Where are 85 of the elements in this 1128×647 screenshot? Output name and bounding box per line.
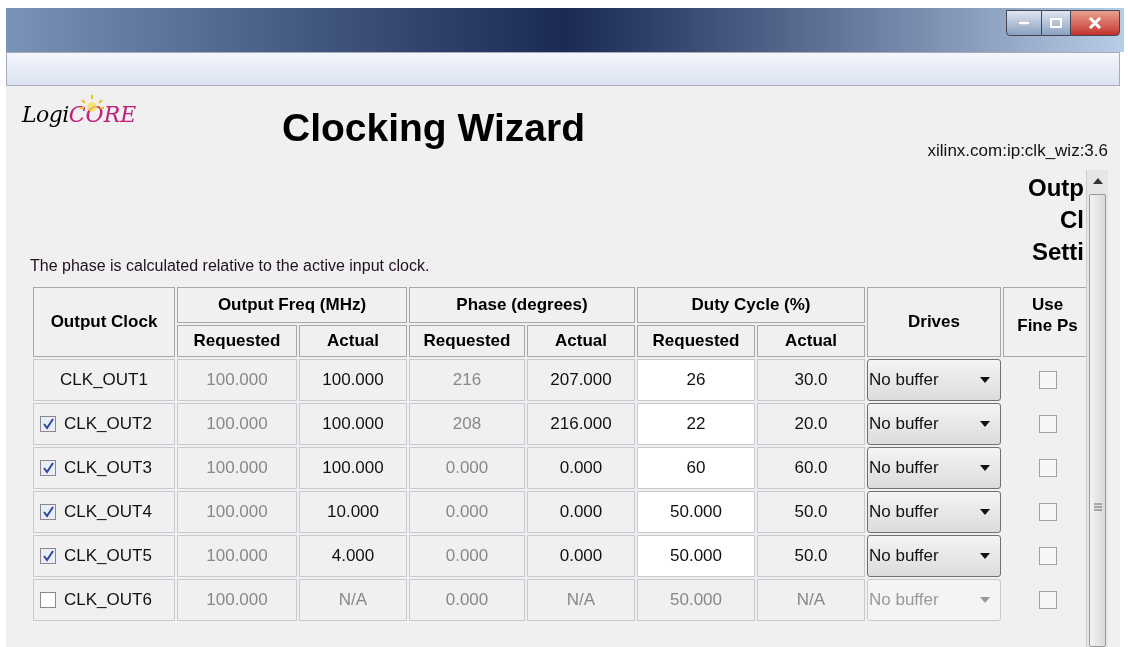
- clock-label: CLK_OUT6: [64, 589, 152, 612]
- checkbox[interactable]: [40, 592, 56, 608]
- table-cell: 0.000: [409, 447, 525, 489]
- dropdown[interactable]: No buffer: [867, 403, 1001, 445]
- column-header: Actual: [527, 325, 635, 357]
- table-cell: 100.000: [177, 359, 297, 401]
- table-cell: 100.000: [299, 359, 407, 401]
- clock-label: CLK_OUT5: [64, 545, 152, 568]
- grip-icon: [1094, 503, 1102, 511]
- table-cell: N/A: [527, 579, 635, 621]
- table-cell: 4.000: [299, 535, 407, 577]
- scroll-thumb[interactable]: [1089, 194, 1106, 647]
- table-cell: 20.0: [757, 403, 865, 445]
- table-cell: 100.000: [177, 491, 297, 533]
- caret-icon: [980, 377, 990, 383]
- table-cell: 10.000: [299, 491, 407, 533]
- scroll-up-icon[interactable]: [1093, 178, 1103, 184]
- ip-version: xilinx.com:ip:clk_wiz:3.6: [927, 140, 1108, 162]
- input-field[interactable]: 26: [637, 359, 755, 401]
- table-cell: 216.000: [527, 403, 635, 445]
- dropdown[interactable]: No buffer: [867, 447, 1001, 489]
- table-cell: 216: [409, 359, 525, 401]
- table-cell: 0.000: [409, 535, 525, 577]
- input-field[interactable]: 50.000: [637, 491, 755, 533]
- table-cell: 0.000: [409, 579, 525, 621]
- table-cell: 208: [409, 403, 525, 445]
- maximize-button[interactable]: [1042, 10, 1070, 36]
- minimize-icon: [1018, 21, 1030, 25]
- table-cell: 100.000: [177, 579, 297, 621]
- table-cell: 60.0: [757, 447, 865, 489]
- clock-label: CLK_OUT2: [64, 413, 152, 436]
- table-cell: N/A: [757, 579, 865, 621]
- caret-icon: [980, 597, 990, 603]
- caret-icon: [980, 553, 990, 559]
- table-cell: 207.000: [527, 359, 635, 401]
- phase-note: The phase is calculated relative to the active input clock.: [30, 256, 430, 276]
- logo: LogiCORE: [22, 104, 137, 126]
- table-cell: 50.0: [757, 491, 865, 533]
- input-field[interactable]: 50.000: [637, 535, 755, 577]
- column-header: Actual: [757, 325, 865, 357]
- table-cell: 30.0: [757, 359, 865, 401]
- caret-icon: [980, 509, 990, 515]
- table-cell: 0.000: [409, 491, 525, 533]
- column-header: Requested: [177, 325, 297, 357]
- checkbox[interactable]: [40, 504, 56, 520]
- table-cell: 0.000: [527, 535, 635, 577]
- table-cell: N/A: [299, 579, 407, 621]
- close-icon: [1088, 17, 1102, 29]
- scrollbar[interactable]: [1086, 170, 1108, 647]
- table-cell: 100.000: [177, 535, 297, 577]
- close-button[interactable]: [1070, 10, 1120, 36]
- dropdown[interactable]: No buffer: [867, 491, 1001, 533]
- checkbox[interactable]: [40, 548, 56, 564]
- caret-icon: [980, 465, 990, 471]
- column-header: Requested: [637, 325, 755, 357]
- table-cell: 0.000: [527, 491, 635, 533]
- clock-label: CLK_OUT1: [60, 369, 148, 392]
- table-cell: 100.000: [299, 447, 407, 489]
- table-cell: 100.000: [299, 403, 407, 445]
- checkbox[interactable]: [40, 416, 56, 432]
- table-cell: 50.0: [757, 535, 865, 577]
- column-header: Actual: [299, 325, 407, 357]
- table-cell: 100.000: [177, 403, 297, 445]
- caret-icon: [980, 421, 990, 427]
- table-cell: 100.000: [177, 447, 297, 489]
- section-heading: Setti: [1032, 237, 1084, 267]
- column-header: Output Freq (MHz): [177, 287, 407, 323]
- section-heading: Cl: [1060, 205, 1084, 235]
- wizard-title: Clocking Wizard: [282, 108, 585, 147]
- column-header: Phase (degrees): [409, 287, 635, 323]
- section-heading: Outp: [1028, 173, 1084, 203]
- maximize-icon: [1050, 18, 1062, 28]
- minimize-button[interactable]: [1006, 10, 1042, 36]
- column-header: Output Clock: [33, 287, 175, 357]
- input-field[interactable]: 60: [637, 447, 755, 489]
- clock-label: CLK_OUT3: [64, 457, 152, 480]
- clock-label: CLK_OUT4: [64, 501, 152, 524]
- column-header: Duty Cycle (%): [637, 287, 865, 323]
- dropdown[interactable]: No buffer: [867, 359, 1001, 401]
- table-cell: 0.000: [527, 447, 635, 489]
- dropdown[interactable]: No buffer: [867, 535, 1001, 577]
- column-header: Requested: [409, 325, 525, 357]
- column-header: Drives: [867, 287, 1001, 357]
- checkbox[interactable]: [40, 460, 56, 476]
- input-field[interactable]: 22: [637, 403, 755, 445]
